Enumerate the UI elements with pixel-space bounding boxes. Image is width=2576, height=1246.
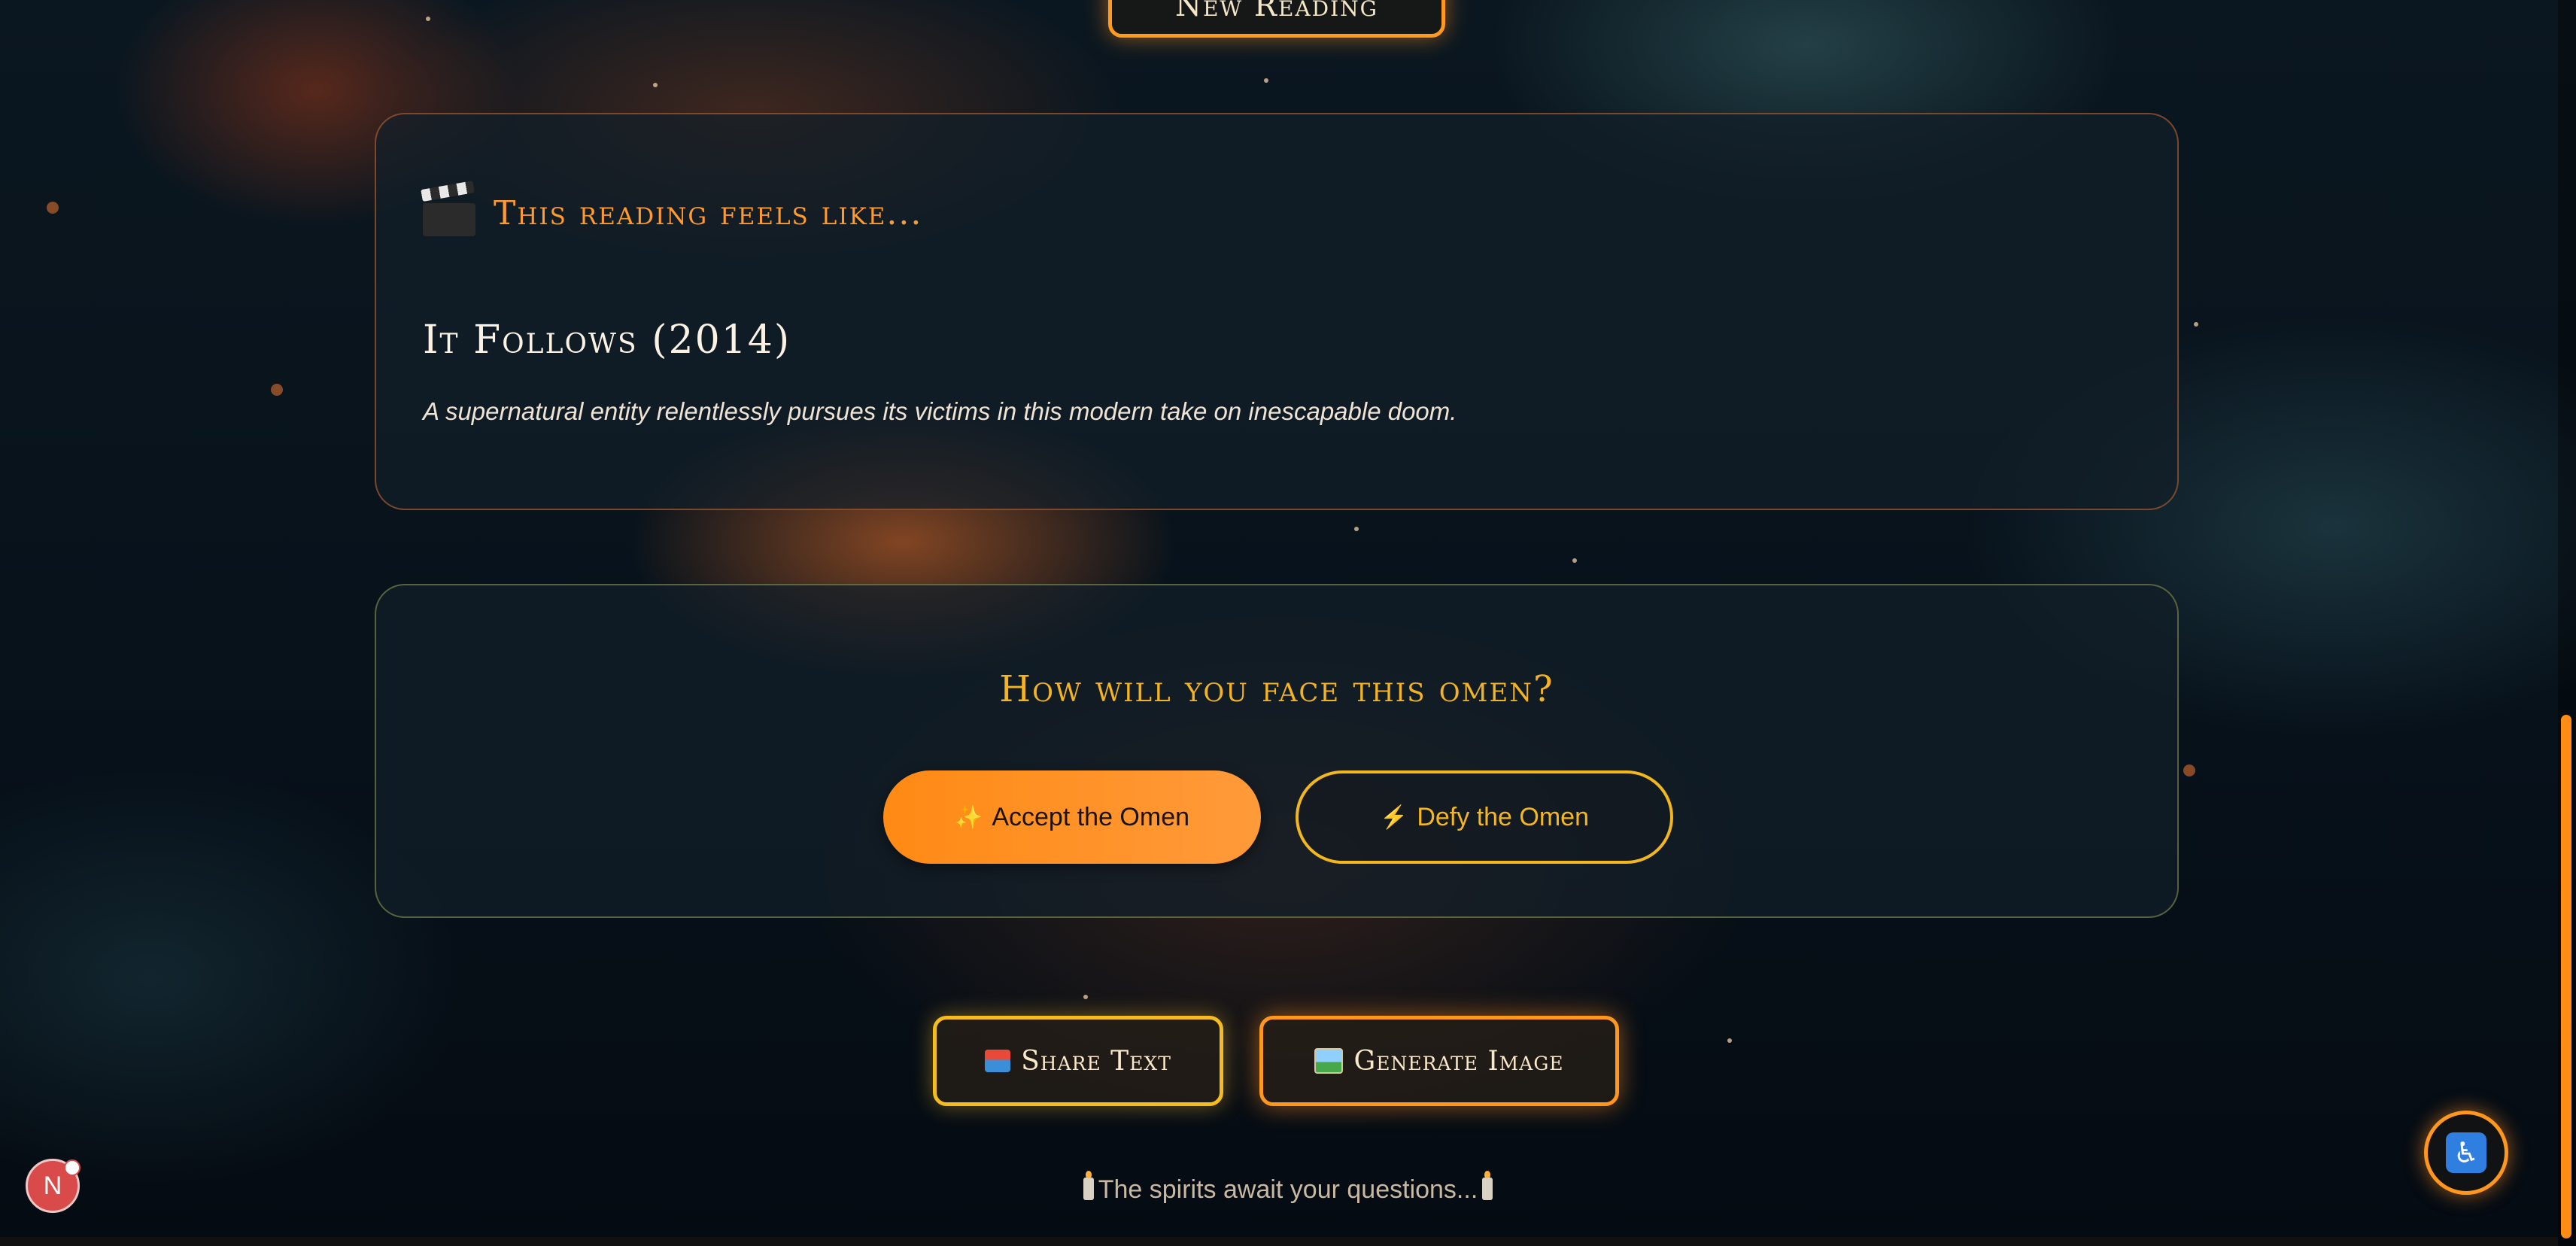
new-reading-label: New Reading (1174, 0, 1379, 23)
notification-avatar-button[interactable]: N (26, 1159, 80, 1213)
framed-picture-icon (1314, 1048, 1344, 1074)
accept-omen-button[interactable]: ✨ Accept the Omen (883, 770, 1261, 864)
sparkles-icon: ✨ (954, 804, 983, 830)
share-text-label: Share Text (1021, 1045, 1171, 1077)
share-text-button[interactable]: Share Text (933, 1016, 1223, 1106)
background-star (2194, 322, 2198, 327)
background-star (1083, 995, 1088, 999)
accessibility-icon: ♿ (2446, 1132, 2486, 1173)
scrollbar-thumb[interactable] (2561, 715, 2571, 1238)
defy-omen-button[interactable]: ⚡ Defy the Omen (1296, 770, 1673, 864)
background-star (426, 17, 430, 21)
clapper-board-icon (421, 181, 475, 236)
accept-omen-label: Accept the Omen (992, 802, 1190, 831)
notification-dot (64, 1159, 80, 1176)
window-bottom-edge (0, 1237, 2558, 1246)
background-star (1354, 527, 1359, 531)
lightning-icon: ⚡ (1379, 804, 1408, 830)
background-ember (271, 384, 283, 396)
background-star (653, 83, 658, 87)
inbox-tray-icon (985, 1050, 1011, 1072)
background-ember (2183, 764, 2195, 776)
accessibility-button[interactable]: ♿ (2424, 1111, 2508, 1195)
background-star (1572, 558, 1577, 563)
candle-icon (1482, 1171, 1493, 1200)
film-card-header: This reading feels like... (421, 181, 923, 236)
film-title: It Follows (2014) (423, 318, 791, 363)
background-star (1264, 78, 1268, 83)
candle-icon (1083, 1171, 1094, 1200)
omen-question: How will you face this omen? (999, 668, 1554, 710)
footer-message: The spirits await your questions... (0, 1171, 2576, 1205)
defy-omen-label: Defy the Omen (1417, 802, 1589, 831)
footer-text: The spirits await your questions... (1098, 1175, 1478, 1204)
film-card-heading: This reading feels like... (494, 193, 923, 232)
film-comparison-card: This reading feels like... It Follows (2… (375, 113, 2179, 510)
omen-choice-card: How will you face this omen? ✨ Accept th… (375, 584, 2179, 918)
film-description: A supernatural entity relentlessly pursu… (423, 397, 1457, 425)
generate-image-button[interactable]: Generate Image (1259, 1016, 1619, 1106)
background-star (1727, 1038, 1732, 1043)
background-ember (47, 202, 59, 214)
notification-letter: N (43, 1171, 62, 1200)
generate-image-label: Generate Image (1353, 1045, 1564, 1077)
new-reading-button[interactable]: New Reading (1108, 0, 1445, 38)
